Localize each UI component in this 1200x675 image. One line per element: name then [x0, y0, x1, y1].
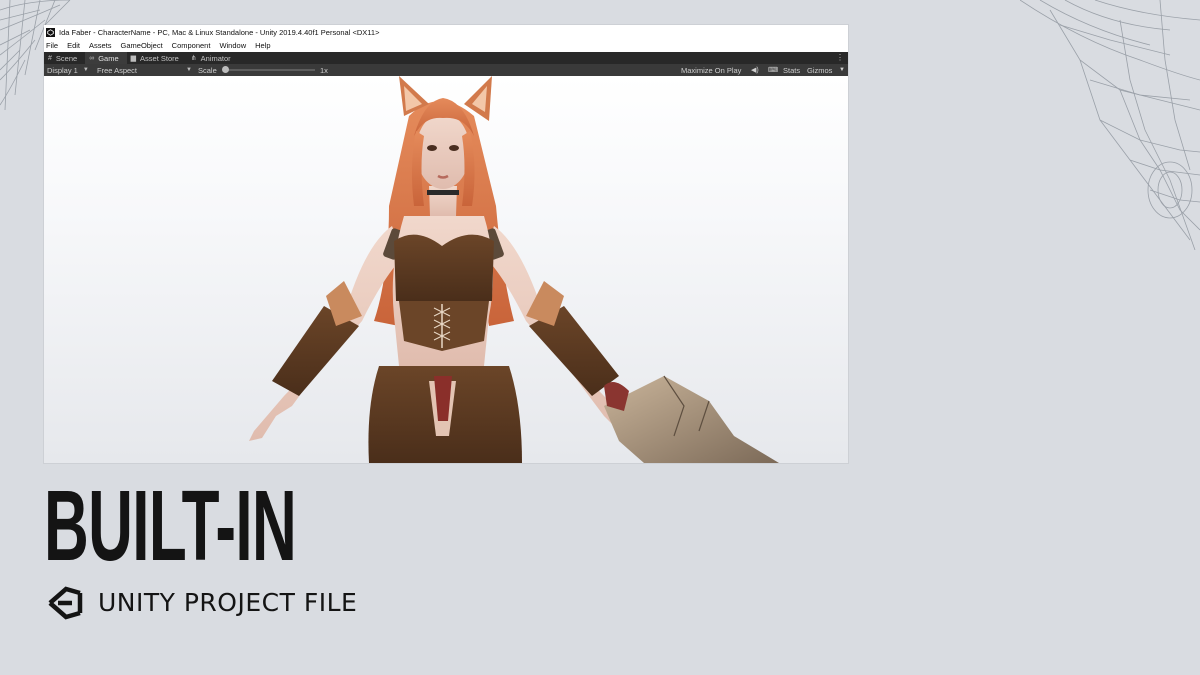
headline-built-in: BUILT-IN [44, 470, 297, 582]
aspect-dropdown[interactable]: Free Aspect ▼ [97, 66, 192, 75]
scale-value: 1x [320, 65, 328, 75]
character-model-render [249, 76, 779, 463]
menu-bar: File Edit Assets GameObject Component Wi… [44, 39, 848, 52]
menu-edit[interactable]: Edit [67, 41, 80, 50]
tab-game-label: Game [98, 53, 119, 63]
gizmos-dropdown[interactable]: Gizmos [807, 66, 832, 75]
unity-logo-icon [48, 586, 83, 620]
menu-component[interactable]: Component [172, 41, 211, 50]
scale-slider-handle[interactable] [222, 66, 229, 73]
menu-gameobject[interactable]: GameObject [121, 41, 163, 50]
display-dropdown-label: Display 1 [47, 65, 78, 75]
window-title: Ida Faber - CharacterName - PC, Mac & Li… [59, 27, 380, 37]
tab-asset-store-label: Asset Store [140, 53, 179, 63]
tab-game[interactable]: ∞ Game [85, 52, 127, 64]
gamepad-icon: ∞ [89, 54, 95, 62]
scale-slider[interactable] [227, 69, 315, 71]
maximize-on-play-toggle[interactable]: Maximize On Play [681, 66, 741, 75]
speaker-icon[interactable]: ◀) [751, 66, 759, 74]
tab-scene[interactable]: # Scene [44, 52, 85, 64]
tab-scene-label: Scene [55, 53, 78, 63]
menu-help[interactable]: Help [255, 41, 270, 50]
unity-app-icon [46, 27, 55, 37]
aspect-dropdown-label: Free Aspect [97, 65, 138, 75]
tab-animator[interactable]: ⋔ Animator [187, 52, 239, 64]
chevron-down-icon: ▼ [186, 67, 192, 73]
bag-icon: ▆ [130, 55, 137, 62]
stats-toggle[interactable]: Stats [783, 66, 800, 75]
subheadline-unity-project-file: UNITY PROJECT FILE [98, 588, 358, 617]
game-viewport[interactable] [44, 76, 848, 463]
view-tab-bar: # Scene ∞ Game ▆ Asset Store ⋔ Animator … [44, 52, 848, 64]
animator-icon: ⋔ [190, 55, 197, 62]
tab-animator-label: Animator [200, 53, 231, 63]
wireframe-mesh-decoration-right [1020, 0, 1200, 250]
menu-window[interactable]: Window [219, 41, 246, 50]
unity-editor-window: Ida Faber - CharacterName - PC, Mac & Li… [44, 25, 848, 463]
grid-icon: # [48, 54, 52, 62]
tab-options-menu-icon[interactable]: ⋮ [836, 52, 844, 64]
menu-file[interactable]: File [46, 41, 58, 50]
display-dropdown[interactable]: Display 1 ▼ [47, 66, 89, 75]
keyboard-icon[interactable]: ⌨ [768, 66, 778, 74]
tab-asset-store[interactable]: ▆ Asset Store [127, 52, 187, 64]
scale-label: Scale [198, 65, 217, 75]
chevron-down-icon[interactable]: ▼ [839, 67, 845, 73]
title-bar: Ida Faber - CharacterName - PC, Mac & Li… [44, 25, 848, 39]
menu-assets[interactable]: Assets [89, 41, 112, 50]
chevron-down-icon: ▼ [82, 67, 89, 73]
